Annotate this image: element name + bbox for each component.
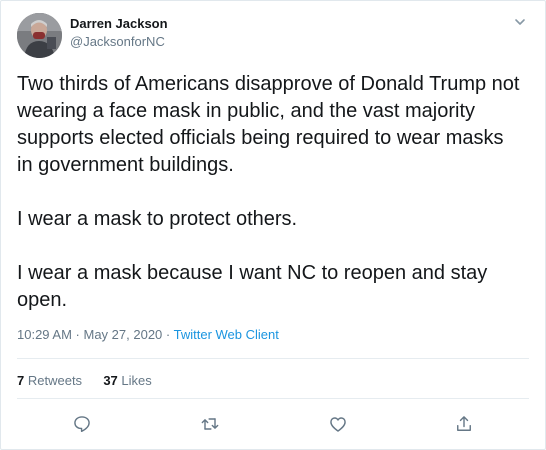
tweet-paragraph: I wear a mask because I want NC to reope… [17,262,488,311]
retweet-button[interactable] [197,411,223,437]
tweet-date[interactable]: May 27, 2020 [84,327,163,342]
likes-stat[interactable]: 37 Likes [103,373,151,388]
tweet-text: Two thirds of Americans disapprove of Do… [17,71,522,314]
retweets-count: 7 [17,373,25,388]
author-handle[interactable]: @JacksonforNC [70,34,165,49]
like-icon [330,417,346,432]
tweet-meta: 10:29 AM · May 27, 2020 · Twitter Web Cl… [17,327,279,342]
tweet-actions [1,411,546,437]
avatar-image [17,13,62,58]
tweet-card: Darren Jackson @JacksonforNC Two thirds … [0,0,546,450]
tweet-paragraph: I wear a mask to protect others. [17,208,298,230]
likes-label: Likes [121,373,152,388]
tweet-client-link[interactable]: Twitter Web Client [174,327,279,342]
likes-count: 37 [103,373,118,388]
tweet-stats: 7 Retweets 37 Likes [17,373,152,388]
more-options-chevron-down-icon[interactable] [513,15,527,29]
share-button[interactable] [451,411,477,437]
divider [17,358,529,359]
tweet-paragraph: Two thirds of Americans disapprove of Do… [17,73,520,176]
share-icon [457,416,471,431]
like-button[interactable] [325,411,351,437]
retweets-stat[interactable]: 7 Retweets [17,373,82,388]
meta-separator: · [162,327,174,342]
reply-icon [74,416,90,433]
tweet-time[interactable]: 10:29 AM [17,327,72,342]
author-name[interactable]: Darren Jackson [70,16,168,31]
retweets-label: Retweets [27,373,83,388]
retweet-icon [201,418,219,430]
divider [17,398,529,399]
avatar[interactable] [17,13,62,58]
reply-button[interactable] [69,411,95,437]
meta-separator: · [71,327,84,342]
